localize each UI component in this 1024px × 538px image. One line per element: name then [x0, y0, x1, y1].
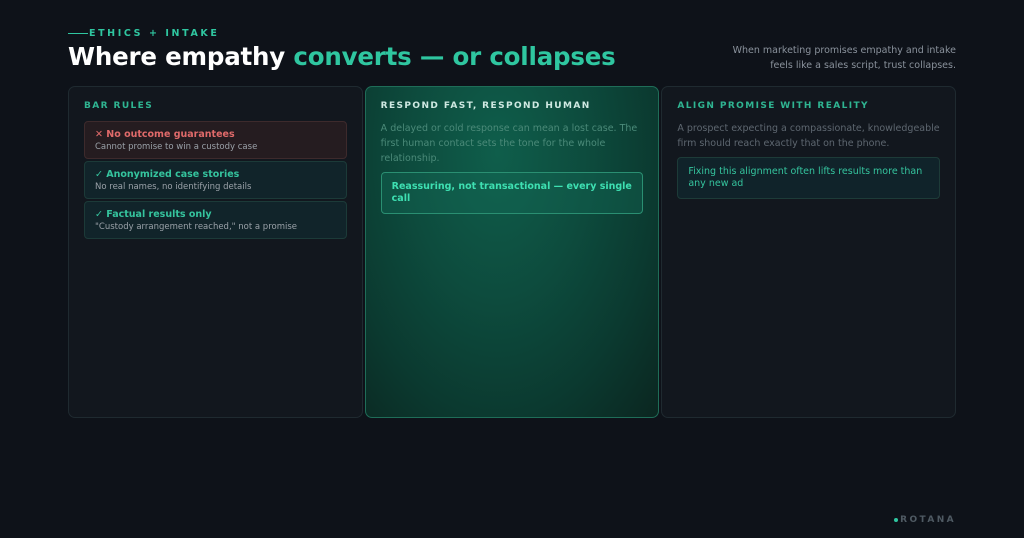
rule-sub: "Custody arrangement reached," not a pro… [95, 222, 298, 232]
rule-item: ✓ Anonymized case stories No real names,… [84, 161, 347, 199]
eyebrow-label: ETHICS + INTAKE [89, 28, 220, 39]
eyebrow-rule [68, 32, 88, 35]
card-bar-rules: BAR RULES ✕ No outcome guarantees Cannot… [68, 86, 363, 418]
title-accent: converts — or collapses [293, 42, 616, 71]
cross-icon: ✕ [95, 129, 103, 140]
rule-item: ✓ Factual results only "Custody arrangem… [84, 201, 347, 239]
rule-sub: Cannot promise to win a custody case [95, 142, 258, 152]
columns: BAR RULES ✕ No outcome guarantees Cannot… [68, 86, 957, 418]
check-icon: ✓ [95, 209, 103, 220]
card-body: A prospect expecting a compassionate, kn… [677, 123, 940, 149]
rule-sub: No real names, no identifying details [95, 182, 252, 192]
rule-head: ✕ No outcome guarantees [95, 128, 336, 141]
rule-head-label: Factual results only [106, 209, 212, 220]
card-body: A delayed or cold response can mean a lo… [380, 123, 638, 164]
page-title: Where empathy converts — or collapses [68, 42, 616, 71]
card-title: BAR RULES [84, 101, 154, 111]
brand-name: ROTANA [900, 515, 956, 525]
card-title: ALIGN PROMISE WITH REALITY [677, 101, 869, 111]
card-align-promise: ALIGN PROMISE WITH REALITY A prospect ex… [661, 86, 957, 418]
lede-text: When marketing promises empathy and inta… [732, 45, 956, 71]
rule-item: ✕ No outcome guarantees Cannot promise t… [84, 121, 347, 159]
brand-dot-icon [894, 518, 899, 522]
check-icon: ✓ [95, 169, 103, 180]
card-respond-fast: RESPOND FAST, RESPOND HUMAN A delayed or… [364, 86, 660, 418]
callout: Fixing this alignment often lifts result… [677, 157, 941, 199]
rule-head-label: No outcome guarantees [106, 129, 235, 140]
rule-head: ✓ Anonymized case stories [95, 168, 336, 181]
rule-head: ✓ Factual results only [95, 208, 336, 221]
slide: ETHICS + INTAKE Where empathy converts —… [0, 0, 1024, 538]
callout: Reassuring, not transactional — every si… [380, 172, 644, 214]
title-main: Where empathy [68, 42, 294, 71]
card-title: RESPOND FAST, RESPOND HUMAN [380, 101, 591, 111]
eyebrow: ETHICS + INTAKE [68, 28, 219, 39]
rule-head-label: Anonymized case stories [106, 169, 240, 180]
brand-mark: ROTANA [894, 515, 956, 525]
